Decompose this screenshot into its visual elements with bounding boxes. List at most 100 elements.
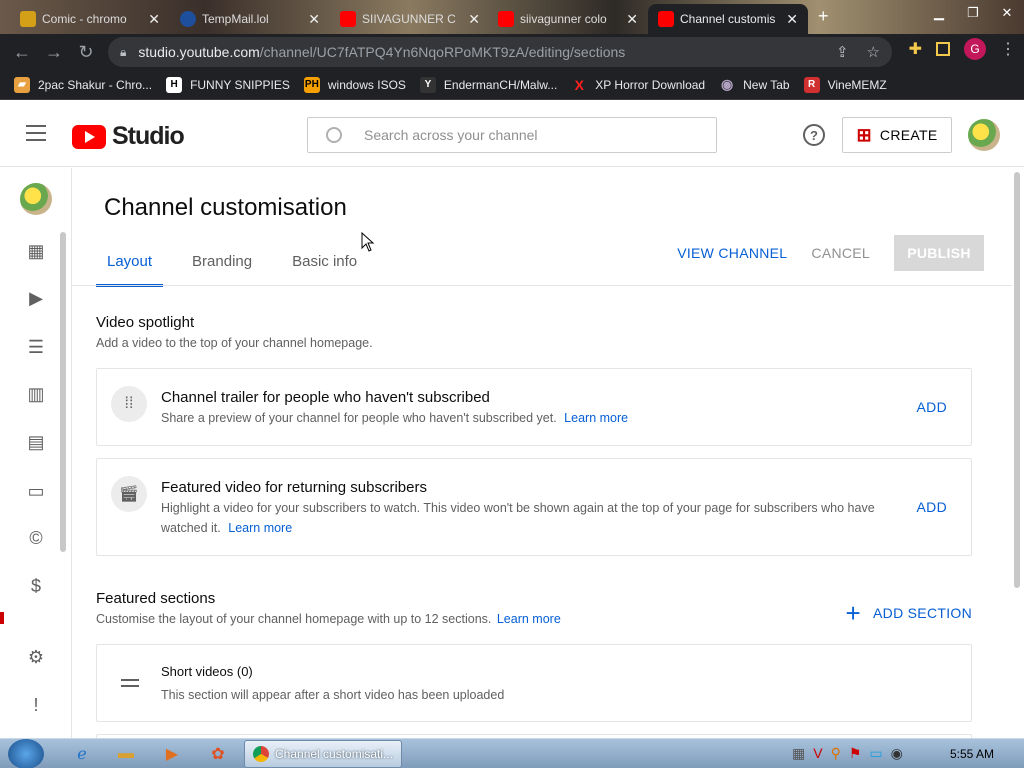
card-desc: Share a preview of your channel for peop… bbox=[161, 408, 913, 428]
bookmark-item[interactable]: X XP Horror Download bbox=[571, 77, 706, 93]
page-actions: VIEW CHANNEL CANCEL PUBLISH bbox=[677, 235, 984, 271]
comments-icon[interactable]: ▤ bbox=[24, 430, 48, 454]
bookmark-star-icon[interactable]: ☆ bbox=[867, 43, 880, 61]
browser-tab-active[interactable]: Channel customis ✕ bbox=[648, 4, 808, 34]
tab-branding[interactable]: Branding bbox=[181, 248, 263, 287]
reload-icon[interactable]: ↻ bbox=[70, 36, 102, 68]
main-scrollbar[interactable] bbox=[1014, 172, 1020, 588]
kebab-menu-icon[interactable]: ⋮ bbox=[1000, 39, 1016, 59]
minimize-icon[interactable]: ▁ bbox=[922, 0, 956, 26]
internet-explorer-icon[interactable]: ℯ bbox=[62, 742, 102, 766]
address-bar[interactable]: 🔒︎ studio.youtube.com /channel/UC7fATPQ4… bbox=[108, 37, 892, 67]
browser-tab-strip: Comic - chromo ✕ TempMail.lol ✕ SIIVAGUN… bbox=[0, 0, 1024, 34]
close-window-icon[interactable]: ✕ bbox=[990, 0, 1024, 26]
comic-favicon-icon bbox=[20, 11, 36, 27]
add-trailer-button[interactable]: ADD bbox=[917, 399, 947, 415]
drag-handle-icon[interactable] bbox=[121, 679, 139, 691]
ph-icon: PH bbox=[303, 76, 320, 93]
browser-tab-1[interactable]: Comic - chromo ✕ bbox=[10, 4, 170, 34]
section-card-short-videos[interactable]: Short videos (0) This section will appea… bbox=[96, 644, 972, 722]
globe-icon: ◉ bbox=[721, 76, 734, 92]
close-tab-icon[interactable]: ✕ bbox=[626, 11, 638, 28]
tray-app-icon[interactable]: ▦ bbox=[792, 745, 805, 762]
featured-sections-desc: Customise the layout of your channel hom… bbox=[96, 612, 561, 626]
close-tab-icon[interactable]: ✕ bbox=[786, 11, 798, 28]
taskbar-clock[interactable]: 5:55 AM bbox=[950, 747, 994, 761]
bookmark-item[interactable]: ◉ New Tab bbox=[719, 76, 790, 93]
tab-title: TempMail.lol bbox=[202, 12, 269, 26]
learn-more-link[interactable]: Learn more bbox=[497, 612, 561, 626]
bookmark-item[interactable]: ▰ 2pac Shakur - Chro... bbox=[14, 76, 152, 93]
share-icon[interactable]: ⇪ bbox=[836, 43, 849, 61]
youtube-studio-favicon-icon bbox=[658, 11, 674, 27]
browser-tab-4[interactable]: siivagunner colo ✕ bbox=[488, 4, 648, 34]
learn-more-link[interactable]: Learn more bbox=[228, 521, 292, 535]
content-icon[interactable]: ▶ bbox=[24, 286, 48, 310]
dashboard-icon[interactable]: ▦ bbox=[24, 239, 48, 263]
bookmark-label: VineMEMZ bbox=[827, 77, 887, 92]
tray-search-icon[interactable]: ⚲ bbox=[831, 745, 841, 762]
start-orb-icon[interactable] bbox=[8, 739, 44, 768]
create-label: CREATE bbox=[879, 127, 938, 143]
plus-icon: + bbox=[845, 598, 862, 628]
url-path: /channel/UC7fATPQ4Yn6NqoRPoMKT9zA/editin… bbox=[259, 44, 626, 60]
tray-v-icon[interactable]: V bbox=[813, 745, 822, 762]
youtube-studio-logo[interactable]: Studio bbox=[72, 122, 185, 151]
playlists-icon[interactable]: ☰ bbox=[24, 335, 48, 359]
add-featured-video-button[interactable]: ADD bbox=[917, 499, 947, 515]
explorer-folder-icon[interactable]: ▬ bbox=[106, 742, 146, 766]
earn-icon[interactable]: $ bbox=[24, 574, 48, 598]
bookmark-item[interactable]: Y EndermanCH/Malw... bbox=[419, 76, 557, 93]
trailer-film-icon: ⁞⁞ bbox=[111, 386, 147, 422]
close-tab-icon[interactable]: ✕ bbox=[148, 11, 160, 28]
view-channel-button[interactable]: VIEW CHANNEL bbox=[677, 245, 787, 261]
publish-button[interactable]: PUBLISH bbox=[894, 235, 984, 271]
analytics-icon[interactable]: ▥ bbox=[24, 382, 48, 406]
create-video-icon: ⊞ bbox=[856, 124, 872, 145]
channel-avatar[interactable] bbox=[20, 183, 52, 215]
cancel-button[interactable]: CANCEL bbox=[811, 245, 870, 261]
account-avatar[interactable] bbox=[968, 119, 1000, 151]
forward-icon[interactable]: → bbox=[38, 36, 70, 68]
new-tab-button[interactable]: + bbox=[818, 6, 829, 27]
feedback-icon[interactable]: ! bbox=[24, 693, 48, 717]
hamburger-menu-icon[interactable] bbox=[26, 125, 46, 146]
browser-tab-2[interactable]: TempMail.lol ✕ bbox=[170, 4, 330, 34]
side-panel-icon[interactable] bbox=[936, 42, 950, 56]
bookmark-label: windows ISOS bbox=[327, 77, 406, 92]
tab-layout[interactable]: Layout bbox=[96, 248, 164, 287]
back-icon[interactable]: ← bbox=[6, 36, 38, 68]
tray-flag-icon[interactable]: ⚑ bbox=[849, 745, 862, 762]
media-player-icon[interactable]: ▶ bbox=[152, 742, 192, 766]
add-section-label: ADD SECTION bbox=[873, 605, 972, 621]
create-button[interactable]: ⊞ CREATE bbox=[842, 117, 952, 153]
tray-monitor-icon[interactable]: ▭ bbox=[869, 745, 882, 762]
profile-avatar[interactable]: G bbox=[964, 38, 986, 60]
taskbar-chrome-task[interactable]: Channel customisati... bbox=[244, 740, 402, 768]
paint-icon[interactable]: ✿ bbox=[198, 742, 238, 766]
card-title: Featured video for returning subscribers bbox=[161, 479, 427, 496]
featured-video-card: 🎬︎ Featured video for returning subscrib… bbox=[96, 458, 972, 556]
copyright-icon[interactable]: © bbox=[24, 526, 48, 550]
bookmark-item[interactable]: PH windows ISOS bbox=[303, 76, 406, 93]
restore-icon[interactable]: ❐ bbox=[956, 0, 990, 26]
learn-more-link[interactable]: Learn more bbox=[564, 411, 628, 425]
extensions-puzzle-icon[interactable]: ✚ bbox=[909, 39, 922, 59]
subtitles-icon[interactable]: ▭ bbox=[24, 479, 48, 503]
close-tab-icon[interactable]: ✕ bbox=[308, 11, 320, 28]
rail-scrollbar[interactable] bbox=[60, 232, 66, 552]
youtube-favicon-icon bbox=[498, 11, 514, 27]
close-tab-icon[interactable]: ✕ bbox=[468, 11, 480, 28]
settings-gear-icon[interactable]: ⚙ bbox=[24, 645, 48, 669]
browser-tab-3[interactable]: SIIVAGUNNER C ✕ bbox=[330, 4, 490, 34]
channel-search-input[interactable]: Search across your channel bbox=[307, 117, 717, 153]
add-section-button[interactable]: + ADD SECTION bbox=[846, 600, 972, 626]
chrome-icon bbox=[253, 746, 269, 762]
bookmark-item[interactable]: H FUNNY SNIPPIES bbox=[166, 76, 290, 93]
help-icon[interactable]: ? bbox=[803, 124, 825, 146]
tab-basic-info[interactable]: Basic info bbox=[281, 248, 368, 287]
bookmark-item[interactable]: R VineMEMZ bbox=[803, 76, 887, 93]
tray-volume-icon[interactable]: ◉ bbox=[891, 745, 903, 762]
r-icon: R bbox=[803, 76, 820, 93]
logo-text: Studio bbox=[112, 122, 185, 150]
